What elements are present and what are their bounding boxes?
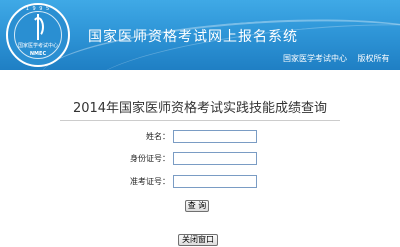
id-number-label: 身份证号：	[130, 154, 170, 163]
query-button[interactable]: 查 询	[185, 200, 209, 212]
caduceus-snake-icon	[32, 17, 44, 37]
form-row-ticket: 准考证号：	[0, 175, 400, 189]
name-input[interactable]	[173, 130, 257, 143]
ticket-number-input[interactable]	[173, 175, 257, 188]
id-number-input[interactable]	[173, 152, 257, 165]
logo-year: 1 9 9 5	[25, 6, 51, 12]
nmec-logo: 1 9 9 5 国家医学考试中心 NMEC	[6, 3, 70, 67]
name-label: 姓名：	[146, 132, 170, 141]
header-link-center[interactable]: 国家医学考试中心	[283, 54, 347, 63]
site-title: 国家医师资格考试网上报名系统	[88, 29, 298, 45]
ticket-number-label: 准考证号：	[130, 177, 170, 186]
close-window-button[interactable]: 关闭窗口	[178, 234, 218, 246]
title-divider	[60, 120, 340, 121]
header-links: 国家医学考试中心 版权所有	[283, 53, 390, 64]
form-row-id: 身份证号：	[0, 152, 400, 166]
header-copyright: 版权所有	[357, 54, 390, 63]
logo-abbreviation: NMEC	[29, 51, 47, 57]
form-row-name: 姓名：	[0, 130, 400, 144]
page-title: 2014年国家医师资格考试实践技能成绩查询	[72, 101, 328, 116]
header-banner: 1 9 9 5 国家医学考试中心 NMEC 国家医师资格考试网上报名系统 国家医…	[0, 0, 400, 70]
logo-org-name: 国家医学考试中心	[17, 43, 58, 49]
